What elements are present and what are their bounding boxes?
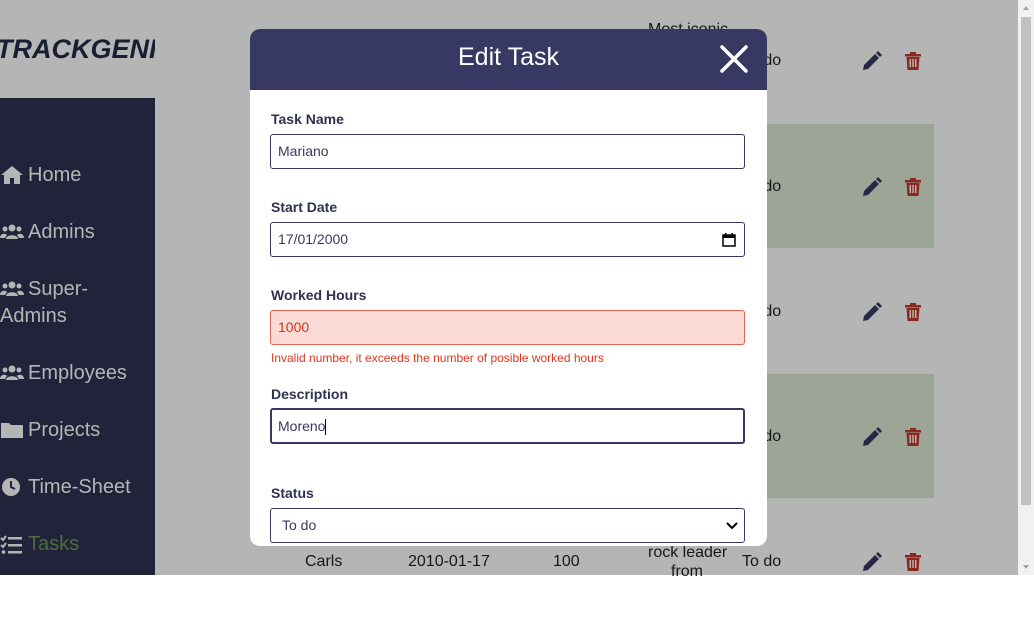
start-date-input[interactable]: 17/01/2000 [270,222,745,257]
scrollbar-thumb[interactable] [1021,17,1031,505]
edit-task-modal: Edit Task Task Name Mariano Start Date 1… [250,29,767,546]
calendar-icon[interactable] [722,233,736,247]
start-date-value: 17/01/2000 [278,231,349,247]
modal-header: Edit Task [250,29,767,90]
task-name-label: Task Name [271,111,344,127]
status-select[interactable]: To do [270,508,745,543]
start-date-label: Start Date [271,199,338,215]
modal-title: Edit Task [458,43,559,71]
status-selected-value: To do [282,517,317,533]
task-name-input[interactable]: Mariano [270,134,745,169]
description-label: Description [271,386,349,402]
chevron-down-icon [726,522,738,530]
status-label: Status [271,485,314,501]
scrollbar[interactable] [1018,0,1034,575]
description-value: Moreno [278,418,326,434]
worked-hours-error: Invalid number, it exceeds the number of… [271,351,604,365]
worked-hours-label: Worked Hours [271,287,367,303]
worked-hours-value: 1000 [278,319,310,335]
description-input[interactable]: Moreno [270,408,745,444]
text-cursor [325,419,327,436]
scroll-down-arrow-icon[interactable] [1018,559,1034,575]
close-icon[interactable] [719,44,749,74]
worked-hours-input[interactable]: 1000 [270,310,745,345]
task-name-value: Mariano [278,143,329,159]
scroll-up-arrow-icon[interactable] [1018,0,1034,16]
